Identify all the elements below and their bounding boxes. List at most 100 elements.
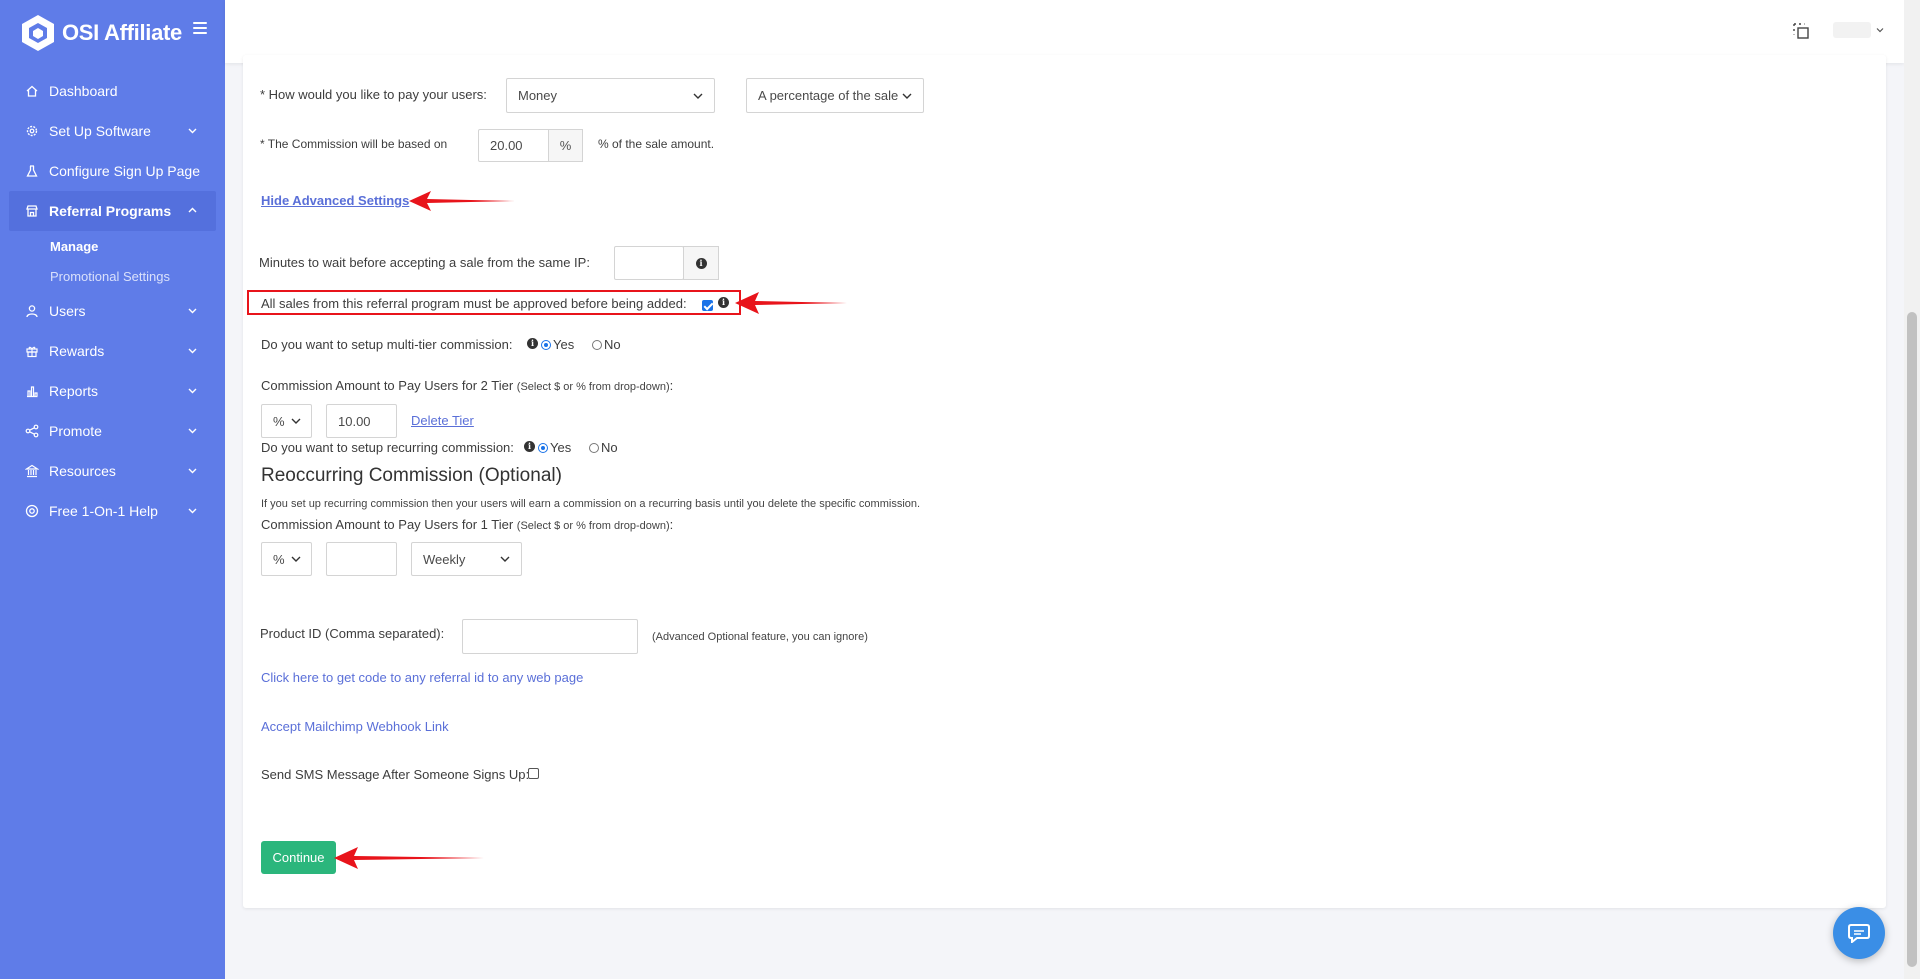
submenu-item-manage[interactable]: Manage bbox=[0, 231, 225, 261]
recurring-no-option[interactable]: No bbox=[589, 440, 618, 455]
multi-tier-no-option[interactable]: No bbox=[592, 337, 621, 352]
bar-chart-icon bbox=[25, 384, 39, 398]
commission-unit-addon: % bbox=[548, 129, 583, 162]
brand[interactable]: OSI Affiliate bbox=[20, 14, 182, 52]
home-icon bbox=[25, 84, 39, 98]
sms-checkbox[interactable] bbox=[528, 768, 539, 779]
info-icon[interactable]: i bbox=[527, 338, 538, 349]
pay-method-select[interactable]: Money bbox=[506, 78, 715, 113]
pay-type-select[interactable]: A percentage of the sale bbox=[746, 78, 924, 113]
sidebar-item-users[interactable]: Users bbox=[0, 291, 225, 331]
submenu-item-promotional-settings[interactable]: Promotional Settings bbox=[0, 261, 225, 291]
recurring-yes-option[interactable]: Yes bbox=[538, 440, 571, 455]
tier2-label: Commission Amount to Pay Users for 2 Tie… bbox=[261, 378, 514, 393]
annotation-arrow-icon bbox=[735, 292, 847, 314]
option-label: No bbox=[604, 337, 621, 352]
delete-tier-link[interactable]: Delete Tier bbox=[411, 413, 474, 428]
annotation-arrow-icon bbox=[409, 191, 515, 211]
commission-suffix: % of the sale amount. bbox=[598, 137, 715, 151]
sidebar-item-label: Reports bbox=[49, 383, 99, 399]
tier2-unit-select[interactable]: % bbox=[261, 404, 312, 438]
sidebar-item-label: Promote bbox=[49, 423, 102, 439]
sms-label: Send SMS Message After Someone Signs Up: bbox=[261, 767, 530, 782]
user-icon bbox=[25, 304, 39, 318]
sidebar-item-label: Free 1-On-1 Help bbox=[49, 503, 158, 519]
tier1-label-row: Commission Amount to Pay Users for 1 Tie… bbox=[261, 517, 673, 532]
option-label: Yes bbox=[550, 440, 572, 455]
frequency-select[interactable]: Weekly bbox=[411, 542, 522, 576]
bank-icon bbox=[25, 464, 39, 478]
option-label: Yes bbox=[553, 337, 575, 352]
multi-tier-no-radio[interactable] bbox=[592, 340, 602, 350]
chevron-down-icon bbox=[291, 556, 301, 562]
page-scrollbar-thumb[interactable] bbox=[1907, 312, 1917, 967]
minutes-info-addon[interactable]: i bbox=[683, 246, 719, 280]
info-icon[interactable]: i bbox=[524, 441, 535, 452]
annotation-arrow-icon bbox=[334, 847, 484, 869]
gift-icon bbox=[25, 344, 39, 358]
hamburger-menu-icon[interactable] bbox=[193, 22, 207, 34]
recurring-label: Do you want to setup recurring commissio… bbox=[261, 440, 514, 455]
sidebar-item-resources[interactable]: Resources bbox=[0, 451, 225, 491]
minutes-wait-input[interactable] bbox=[614, 246, 684, 280]
sidebar-item-label: Users bbox=[49, 303, 86, 319]
sidebar-item-dashboard[interactable]: Dashboard bbox=[0, 71, 225, 111]
sidebar-item-referral-programs[interactable]: Referral Programs bbox=[9, 191, 216, 231]
user-avatar[interactable] bbox=[1833, 22, 1871, 38]
minutes-wait-label: Minutes to wait before accepting a sale … bbox=[259, 255, 590, 270]
mailchimp-webhook-link[interactable]: Accept Mailchimp Webhook Link bbox=[261, 719, 449, 734]
info-icon[interactable]: i bbox=[718, 297, 729, 308]
product-id-label: Product ID (Comma separated): bbox=[260, 626, 445, 641]
hexagon-logo-icon bbox=[22, 15, 54, 51]
referral-code-link[interactable]: Click here to get code to any referral i… bbox=[261, 670, 583, 685]
continue-button[interactable]: Continue bbox=[261, 841, 336, 874]
flask-icon bbox=[25, 164, 39, 178]
multi-tier-yes-option[interactable]: Yes bbox=[541, 337, 574, 352]
sidebar-item-free-help[interactable]: Free 1-On-1 Help bbox=[0, 491, 225, 531]
frequency-value: Weekly bbox=[423, 551, 466, 567]
copy-layout-icon[interactable] bbox=[1792, 22, 1810, 40]
approve-sales-checkbox[interactable] bbox=[702, 300, 713, 311]
sidebar-item-label: Resources bbox=[49, 463, 116, 479]
chevron-down-icon bbox=[188, 348, 197, 354]
sidebar-item-promote[interactable]: Promote bbox=[0, 411, 225, 451]
tier1-label: Commission Amount to Pay Users for 1 Tie… bbox=[261, 517, 514, 532]
chevron-down-icon bbox=[188, 468, 197, 474]
tier1-unit-select[interactable]: % bbox=[261, 542, 312, 576]
chevron-down-icon bbox=[500, 556, 510, 562]
chat-widget-button[interactable] bbox=[1833, 907, 1885, 959]
multi-tier-label: Do you want to setup multi-tier commissi… bbox=[261, 337, 513, 352]
multi-tier-yes-radio[interactable] bbox=[541, 340, 551, 350]
commission-label: * The Commission will be based on bbox=[260, 137, 448, 151]
chevron-up-icon bbox=[188, 207, 197, 213]
chevron-down-icon bbox=[291, 418, 301, 424]
chat-bubble-icon bbox=[1848, 924, 1870, 943]
sidebar-item-reports[interactable]: Reports bbox=[0, 371, 225, 411]
tier2-amount-input[interactable] bbox=[326, 404, 397, 438]
sidebar-item-set-up-software[interactable]: Set Up Software bbox=[0, 111, 225, 151]
gear-icon bbox=[25, 124, 39, 138]
sidebar-item-label: Set Up Software bbox=[49, 123, 151, 139]
hide-advanced-settings-link[interactable]: Hide Advanced Settings bbox=[261, 193, 409, 208]
chevron-down-icon bbox=[902, 93, 912, 99]
recurring-yes-radio[interactable] bbox=[538, 443, 548, 453]
sidebar-item-label: Referral Programs bbox=[49, 203, 172, 219]
chevron-down-icon bbox=[188, 388, 197, 394]
tier1-unit-value: % bbox=[273, 551, 285, 567]
product-id-input[interactable] bbox=[462, 619, 638, 654]
pay-method-label: * How would you like to pay your users: bbox=[260, 87, 487, 102]
recurring-heading: Reoccurring Commission (Optional) bbox=[261, 465, 562, 486]
tier2-unit-value: % bbox=[273, 413, 285, 429]
chevron-down-icon bbox=[693, 93, 703, 99]
sidebar-item-rewards[interactable]: Rewards bbox=[0, 331, 225, 371]
recurring-description: If you set up recurring commission then … bbox=[261, 498, 921, 510]
sidebar-item-configure-sign-up-page[interactable]: Configure Sign Up Page bbox=[0, 151, 225, 191]
tier1-amount-input[interactable] bbox=[326, 542, 397, 576]
pay-type-value: A percentage of the sale bbox=[758, 88, 899, 103]
store-icon bbox=[25, 204, 39, 218]
sidebar-nav: Dashboard Set Up Software Configure Sign… bbox=[0, 71, 225, 531]
brand-name: OSI Affiliate bbox=[62, 20, 182, 45]
recurring-no-radio[interactable] bbox=[589, 443, 599, 453]
commission-input[interactable] bbox=[478, 129, 550, 162]
chevron-down-icon[interactable] bbox=[1876, 26, 1884, 34]
